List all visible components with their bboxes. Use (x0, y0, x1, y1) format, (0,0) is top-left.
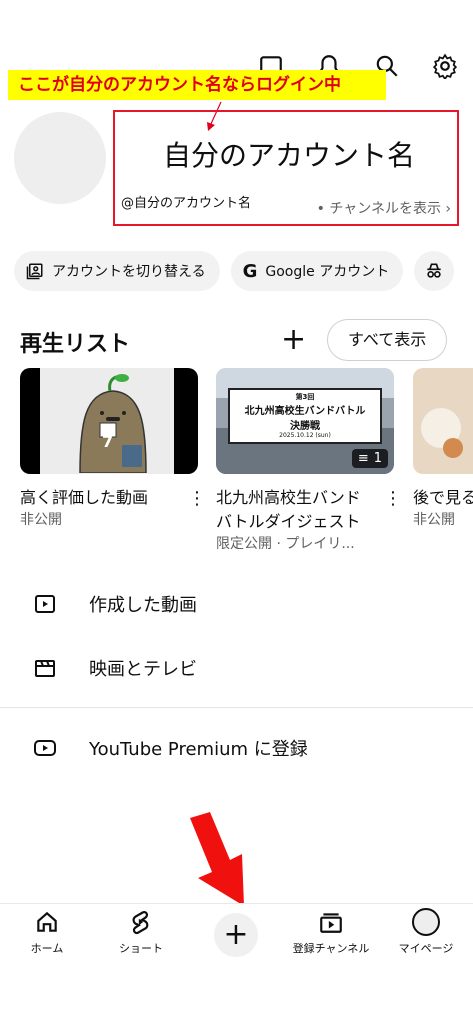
playlist-thumbnail[interactable] (413, 368, 473, 474)
more-vert-icon[interactable]: ⋮ (384, 488, 402, 509)
nav-label: ショート (119, 942, 163, 955)
playlist-title: 北九州高校生バンド (216, 488, 361, 507)
playlist-title: 後で見る (413, 488, 473, 507)
playlist-thumbnail[interactable]: 7 (20, 368, 198, 474)
account-handle: @自分のアカウント名 (121, 196, 252, 211)
account-chips: アカウントを切り替える G Google アカウント (14, 251, 455, 291)
google-account-chip[interactable]: G Google アカウント (230, 251, 404, 291)
nav-subscriptions[interactable]: 登録チャンネル (284, 908, 378, 956)
settings-gear-icon[interactable] (431, 52, 459, 80)
home-icon (37, 911, 57, 932)
thumb-line-3: 決勝戦 (290, 421, 320, 432)
annotation-down-arrow (190, 812, 244, 906)
nav-label: ホーム (30, 942, 64, 955)
menu-label: 映画とテレビ (89, 659, 197, 680)
menu-youtube-premium[interactable]: YouTube Premium に登録 (0, 720, 473, 776)
nav-home[interactable]: ホーム (0, 908, 94, 956)
play-box-icon (35, 595, 55, 613)
menu-label: YouTube Premium に登録 (89, 739, 308, 760)
character-illustration (79, 374, 147, 473)
incognito-chip[interactable] (414, 251, 455, 291)
subscriptions-icon (320, 913, 342, 933)
view-channel-link[interactable]: • チャンネルを表示 › (317, 198, 451, 218)
playlist-privacy: 非公開 (413, 512, 455, 528)
shorts-icon (132, 911, 149, 935)
playlist-title-line2: バトルダイジェスト (216, 512, 361, 531)
playlists-heading: 再生リスト (20, 332, 131, 357)
thumb-line-1: 第3回 (295, 393, 315, 401)
see-all-button[interactable]: すべて表示 (327, 319, 448, 361)
nav-label: 登録チャンネル (292, 942, 370, 955)
account-highlight-box: 自分のアカウント名 @自分のアカウント名 • チャンネルを表示 › (113, 110, 459, 226)
switch-account-chip[interactable]: アカウントを切り替える (14, 251, 220, 291)
avatar-icon (412, 908, 440, 936)
create-icon: + (223, 917, 249, 952)
more-vert-icon[interactable]: ⋮ (188, 488, 206, 509)
thumb-line-2: 北九州高校生バンドバトル (244, 406, 366, 417)
account-name: 自分のアカウント名 (163, 139, 416, 172)
create-button[interactable]: + (214, 913, 258, 957)
thumb-line-4: 2025.10.12 (sun) (279, 432, 331, 439)
switch-account-icon (26, 263, 43, 280)
bottom-navigation: ホーム ショート + 登録チャンネル マイページ (0, 903, 473, 963)
nav-shorts[interactable]: ショート (94, 908, 188, 956)
playlist-title: 高く評価した動画 (20, 488, 149, 507)
add-playlist-button[interactable]: + (281, 325, 306, 355)
menu-movies-tv[interactable]: 映画とテレビ (0, 640, 473, 696)
playlist-card-bandbattle[interactable]: 第3回 北九州高校生バンドバトル 決勝戦 2025.10.12 (sun) ≡ … (216, 368, 402, 554)
nav-my-page[interactable]: マイページ (379, 908, 473, 956)
annotation-banner: ここが自分のアカウント名ならログイン中 (8, 70, 386, 100)
menu-your-videos[interactable]: 作成した動画 (0, 576, 473, 632)
playlist-card-liked[interactable]: 7 高く評価した動画 非公開 ⋮ (20, 368, 206, 530)
playlist-queue-icon: ≡ (357, 451, 369, 466)
youtube-icon (34, 740, 56, 756)
playlist-thumbnail[interactable]: 第3回 北九州高校生バンドバトル 決勝戦 2025.10.12 (sun) ≡ … (216, 368, 394, 474)
divider (0, 707, 473, 708)
playlist-count-badge: ≡ 1 (351, 449, 388, 468)
incognito-icon (427, 263, 441, 278)
clapperboard-icon (35, 660, 55, 677)
playlist-privacy: 非公開 (20, 512, 62, 528)
playlist-card-watch-later[interactable]: 後で見る 非公開 (413, 368, 473, 530)
profile-avatar[interactable] (14, 112, 106, 204)
switch-account-label: アカウントを切り替える (52, 264, 206, 280)
playlist-count: 1 (373, 451, 382, 466)
playlist-privacy: 限定公開 · プレイリ... (216, 536, 355, 552)
menu-label: 作成した動画 (89, 595, 197, 616)
google-account-label: Google アカウント (265, 264, 390, 280)
google-icon: G (242, 260, 258, 282)
nav-label: マイページ (398, 942, 454, 955)
playlist-count: 7 (102, 432, 114, 451)
